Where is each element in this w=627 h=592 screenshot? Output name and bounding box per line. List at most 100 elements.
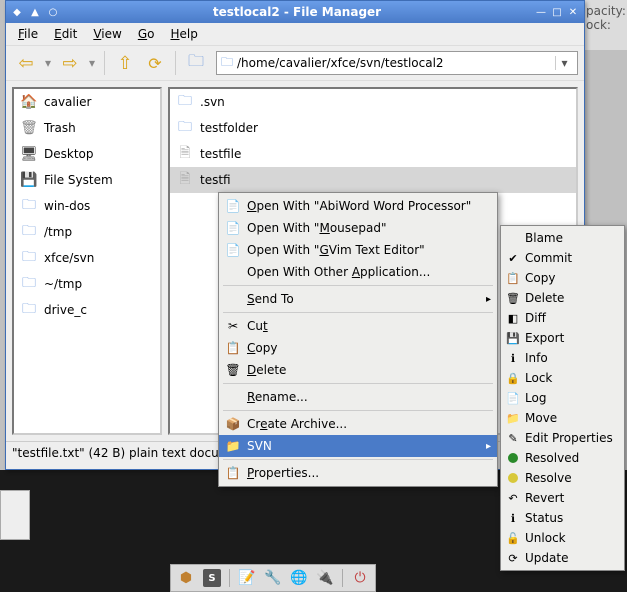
context-menu-item[interactable]: 📦Create Archive... (219, 413, 497, 435)
sidebar-item-label: cavalier (44, 95, 91, 109)
svn-menu-item[interactable]: ℹ Info (501, 348, 624, 368)
diff-icon: ◧ (505, 310, 521, 326)
context-menu-item[interactable]: 📋Copy (219, 337, 497, 359)
context-menu-item[interactable]: ✂Cut (219, 315, 497, 337)
svn-menu-item[interactable]: 🔒Lock (501, 368, 624, 388)
sidebar-item[interactable]: 🗀/tmp (14, 219, 160, 245)
nav-home-button[interactable]: 🗀 (182, 49, 210, 77)
file-item-label: .svn (200, 95, 225, 109)
nav-back-dropdown[interactable]: ▾ (42, 49, 54, 77)
file-item[interactable]: 🗀testfolder (170, 115, 576, 141)
svn-menu-item[interactable]: Resolve (501, 468, 624, 488)
taskbar-globe-icon[interactable]: 🌐 (290, 569, 308, 587)
context-menu-item[interactable]: 📄Open With "GVim Text Editor" (219, 239, 497, 261)
taskbar-logout-icon[interactable]: ⏻ (351, 569, 369, 587)
sidebar-item[interactable]: 🖥Desktop (14, 141, 160, 167)
context-menu-item[interactable]: 📁SVN (219, 435, 497, 457)
app-icon: 📄 (225, 220, 241, 236)
nav-forward-button[interactable]: ⇨ (56, 49, 84, 77)
file-item-label: testfile (200, 147, 241, 161)
taskbar-app-icon[interactable]: S (203, 569, 221, 587)
sidebar-item[interactable]: 🗀drive_c (14, 297, 160, 323)
home-icon: 🗀 (188, 50, 204, 77)
location-dropdown-icon[interactable]: ▾ (555, 56, 573, 70)
context-menu-item[interactable]: 🗑Delete (219, 359, 497, 381)
sidebar-item[interactable]: 💾File System (14, 167, 160, 193)
taskbar-shield-icon[interactable]: ⬢ (177, 569, 195, 587)
window-stick-icon[interactable]: ○ (46, 5, 60, 19)
nav-back-button[interactable]: ⇦ (12, 49, 40, 77)
menu-view[interactable]: View (87, 25, 127, 43)
svn-menu-label: Export (525, 331, 564, 345)
svn-menu-item[interactable]: ✔ Commit (501, 248, 624, 268)
svn-menu-item[interactable]: 📄Log (501, 388, 624, 408)
menu-item-label: Open With "AbiWord Word Processor" (247, 199, 471, 213)
menu-item-label: Open With Other Application... (247, 265, 430, 279)
menu-item-label: Delete (247, 363, 286, 377)
window-shade-icon[interactable]: ▲ (28, 5, 42, 19)
menu-separator (223, 312, 493, 313)
info-icon: ℹ (505, 510, 521, 526)
svn-menu-label: Info (525, 351, 548, 365)
file-item[interactable]: 🗎testfi (170, 167, 576, 193)
context-menu-item[interactable]: 📋Properties... (219, 462, 497, 484)
menu-go[interactable]: Go (132, 25, 161, 43)
check-icon: ✔ (505, 250, 521, 266)
nav-up-button[interactable]: ⇧ (111, 49, 139, 77)
file-item-label: testfolder (200, 121, 258, 135)
minimize-icon[interactable]: — (534, 5, 548, 19)
menu-item-label: Open With "Mousepad" (247, 221, 387, 235)
location-path: /home/cavalier/xfce/svn/testlocal2 (237, 56, 551, 70)
svn-menu-item[interactable]: 🗑Delete (501, 288, 624, 308)
svn-menu-item[interactable]: 📁Move (501, 408, 624, 428)
file-item[interactable]: 🗀.svn (170, 89, 576, 115)
sidebar-item[interactable]: 🗑Trash (14, 115, 160, 141)
lock-label-fragment: ock: (586, 18, 623, 32)
svn-menu-item[interactable]: ◧Diff (501, 308, 624, 328)
svn-menu-item[interactable]: ℹStatus (501, 508, 624, 528)
sidebar-item[interactable]: 🗀win-dos (14, 193, 160, 219)
background-window-fragment (0, 490, 30, 540)
svn-menu-item[interactable]: 📋Copy (501, 268, 624, 288)
nav-reload-button[interactable]: ⟳ (141, 49, 169, 77)
window-menu-icon[interactable]: ◆ (10, 5, 24, 19)
menu-item-label: SVN (247, 439, 272, 453)
taskbar-config-icon[interactable]: 🔧 (264, 569, 282, 587)
taskbar-plugin-icon[interactable]: 🔌 (316, 569, 334, 587)
taskbar-note-icon[interactable]: 📝 (238, 569, 256, 587)
info-icon: ℹ (505, 350, 521, 366)
titlebar[interactable]: ◆ ▲ ○ testlocal2 - File Manager — □ ✕ (6, 1, 584, 23)
context-menu-item[interactable]: Open With Other Application... (219, 261, 497, 283)
svn-menu-item[interactable]: ⟳Update (501, 548, 624, 568)
svn-menu-item[interactable]: Resolved (501, 448, 624, 468)
svn-menu-item[interactable]: ↶Revert (501, 488, 624, 508)
svn-menu-label: Commit (525, 251, 572, 265)
sidebar-item-label: Trash (44, 121, 76, 135)
log-icon: 📄 (505, 390, 521, 406)
file-item[interactable]: 🗎testfile (170, 141, 576, 167)
save-icon: 💾 (505, 330, 521, 346)
svn-menu-item[interactable]: 🔓Unlock (501, 528, 624, 548)
maximize-icon[interactable]: □ (550, 5, 564, 19)
menu-item-label: Open With "GVim Text Editor" (247, 243, 425, 257)
context-menu-item[interactable]: Send To (219, 288, 497, 310)
context-menu-item[interactable]: 📄Open With "AbiWord Word Processor" (219, 195, 497, 217)
svn-menu-item[interactable]: Blame (501, 228, 624, 248)
context-menu-item[interactable]: 📄 Open With "Mousepad" (219, 217, 497, 239)
context-menu: 📄Open With "AbiWord Word Processor"📄Open… (218, 192, 498, 487)
sidebar-item[interactable]: 🗀xfce/svn (14, 245, 160, 271)
sidebar-item[interactable]: 🗀~/tmp (14, 271, 160, 297)
lock-icon: 🔒 (505, 370, 521, 386)
svn-menu-label: Edit Properties (525, 431, 613, 445)
location-bar[interactable]: 🗀 /home/cavalier/xfce/svn/testlocal2 ▾ (216, 51, 578, 75)
close-icon[interactable]: ✕ (566, 5, 580, 19)
menu-file[interactable]: File (12, 25, 44, 43)
delete-icon: 🗑 (505, 290, 521, 306)
context-menu-item[interactable]: Rename... (219, 386, 497, 408)
svn-menu-item[interactable]: ✎Edit Properties (501, 428, 624, 448)
menu-help[interactable]: Help (164, 25, 203, 43)
nav-forward-dropdown[interactable]: ▾ (86, 49, 98, 77)
svn-menu-item[interactable]: 💾 Export (501, 328, 624, 348)
sidebar-item[interactable]: 🏠cavalier (14, 89, 160, 115)
menu-edit[interactable]: Edit (48, 25, 83, 43)
